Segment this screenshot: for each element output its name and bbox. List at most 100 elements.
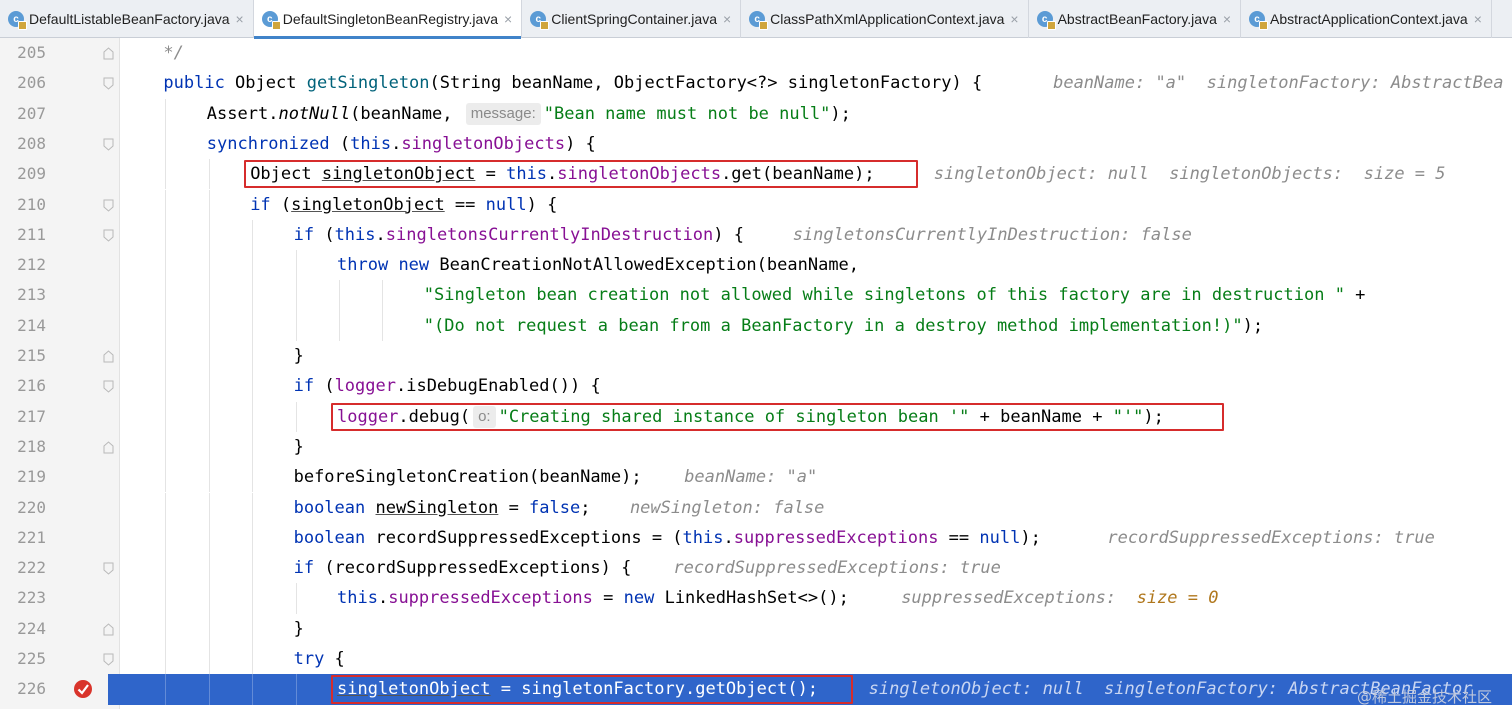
code-line[interactable]: boolean newSingleton = false; newSingleto… — [120, 492, 1512, 523]
indent-guide — [339, 310, 340, 341]
fold-collapse-icon[interactable] — [103, 199, 114, 212]
line-number: 217 — [17, 406, 46, 426]
code-line[interactable]: "Singleton bean creation not allowed whi… — [120, 280, 1512, 311]
code-line[interactable]: public Object getSingleton(String beanNa… — [120, 68, 1512, 98]
code-line[interactable]: } — [120, 341, 1512, 372]
editor-tab-bar: c DefaultListableBeanFactory.java × c Defaul… — [0, 0, 1512, 39]
close-icon[interactable]: × — [1223, 11, 1231, 27]
close-icon[interactable]: × — [504, 11, 512, 27]
tab-classpathxmlapplicationcontext[interactable]: c ClassPathXmlApplicationContext.java × — [741, 0, 1029, 38]
gutter-row[interactable]: 206 — [0, 68, 119, 98]
code-text: try { — [293, 649, 345, 669]
indent-guide — [252, 462, 254, 493]
fold-collapse-icon[interactable] — [103, 562, 114, 575]
fold-collapse-icon[interactable] — [103, 77, 114, 90]
gutter-row[interactable]: 222 — [0, 553, 119, 583]
code-area[interactable]: */ public Object getSingleton(String bean… — [120, 38, 1512, 709]
indent-guide — [165, 492, 167, 523]
code-line[interactable]: if (singletonObject == null) { — [120, 189, 1512, 220]
close-icon[interactable]: × — [236, 11, 244, 27]
gutter-row[interactable]: 221 — [0, 523, 119, 553]
code-line[interactable]: Assert.notNull(beanName, message: "Bean n… — [120, 98, 1512, 129]
indent-guide — [208, 219, 210, 251]
indent-guide — [208, 462, 210, 493]
code-text: if (recordSuppressedExceptions) { — [293, 558, 632, 579]
indent-guide — [165, 159, 167, 190]
close-icon[interactable]: × — [723, 11, 731, 27]
tab-abstractbeanfactory[interactable]: c AbstractBeanFactory.java × — [1029, 0, 1242, 38]
line-number: 210 — [17, 194, 46, 214]
line-number: 205 — [17, 43, 46, 62]
fold-collapse-icon[interactable] — [103, 229, 114, 242]
gutter-row[interactable]: 215 — [0, 341, 119, 371]
gutter-row[interactable]: 219 — [0, 462, 119, 492]
code-line[interactable]: this.suppressedExceptions = new LinkedHa… — [120, 583, 1512, 614]
debug-inline-value: suppressedExceptions: size = 0 — [901, 588, 1219, 609]
breakpoint-icon[interactable] — [74, 680, 92, 699]
code-line[interactable]: } — [120, 613, 1512, 644]
code-line[interactable]: boolean recordSuppressedExceptions = (th… — [120, 522, 1512, 554]
code-line[interactable]: try { — [120, 644, 1512, 675]
tab-label: DefaultListableBeanFactory.java — [29, 11, 230, 27]
tab-clientspringcontainer[interactable]: c ClientSpringContainer.java × — [522, 0, 742, 38]
indent-guide — [295, 583, 297, 614]
tab-label: DefaultSingletonBeanRegistry.java — [282, 11, 499, 27]
gutter-row[interactable]: 212 — [0, 250, 119, 280]
gutter-row[interactable]: 208 — [0, 129, 119, 159]
fold-end-icon[interactable] — [103, 623, 114, 636]
indent-guide — [252, 674, 254, 705]
indent-guide — [165, 280, 167, 311]
gutter-row[interactable]: 225 — [0, 644, 119, 674]
indent-guide — [252, 310, 254, 341]
fold-collapse-icon[interactable] — [103, 138, 114, 151]
indent-guide — [165, 583, 167, 614]
code-line[interactable]: */ — [120, 38, 1512, 68]
debug-inline-value: recordSuppressedExceptions: true — [1107, 527, 1435, 548]
indent-guide — [165, 310, 167, 341]
line-number: 206 — [17, 73, 46, 93]
indent-guide — [165, 401, 167, 432]
code-line[interactable]: synchronized (this.singletonObjects) { — [120, 128, 1512, 160]
indent-guide — [165, 613, 167, 644]
gutter-row[interactable]: 220 — [0, 493, 119, 523]
code-line[interactable]: beforeSingletonCreation(beanName); beanNa… — [120, 462, 1512, 493]
indent-guide — [208, 280, 210, 311]
code-text: boolean recordSuppressedExceptions = (th… — [293, 527, 1041, 548]
gutter-row[interactable]: 210 — [0, 190, 119, 220]
fold-end-icon[interactable] — [103, 441, 114, 454]
gutter-row[interactable]: 223 — [0, 583, 119, 613]
tab-label: ClientSpringContainer.java — [551, 11, 717, 27]
fold-collapse-icon[interactable] — [103, 380, 114, 393]
code-line[interactable]: "(Do not request a bean from a BeanFacto… — [120, 310, 1512, 341]
indent-guide — [252, 613, 254, 644]
fold-end-icon[interactable] — [103, 47, 114, 60]
gutter-row[interactable]: 211 — [0, 220, 119, 250]
gutter-row[interactable]: 226 — [0, 674, 119, 704]
gutter-row[interactable]: 224 — [0, 614, 119, 644]
close-icon[interactable]: × — [1474, 11, 1482, 27]
tab-abstractapplicationcontext[interactable]: c AbstractApplicationContext.java × — [1241, 0, 1492, 38]
gutter-row[interactable]: 209 — [0, 159, 119, 189]
gutter-row[interactable]: 205 — [0, 38, 119, 68]
fold-collapse-icon[interactable] — [103, 653, 114, 666]
close-icon[interactable]: × — [1010, 11, 1018, 27]
tab-defaultlistablebeanfactory[interactable]: c DefaultListableBeanFactory.java × — [0, 0, 254, 38]
tab-defaultsingletonbeanregistry[interactable]: c DefaultSingletonBeanRegistry.java × — [253, 0, 523, 39]
gutter-row[interactable]: 214 — [0, 311, 119, 341]
indent-guide — [165, 341, 167, 372]
code-line[interactable]: } — [120, 431, 1512, 463]
code-line[interactable]: if (this.singletonsCurrentlyInDestructio… — [120, 219, 1512, 251]
code-line[interactable]: if (recordSuppressedExceptions) {recordS… — [120, 553, 1512, 584]
gutter-row[interactable]: 218 — [0, 432, 119, 462]
editor-gutter[interactable]: 205 206 207 208 209 210 211 212 213 214 215 216 217 2… — [0, 38, 120, 709]
code-editor[interactable]: 205 206 207 208 209 210 211 212 213 214 215 216 217 2… — [0, 38, 1512, 709]
code-line[interactable]: throw new BeanCreationNotAllowedExceptio… — [120, 250, 1512, 281]
code-text: if (singletonObject == null) { — [250, 194, 558, 215]
indent-guide — [208, 310, 210, 341]
fold-end-icon[interactable] — [103, 350, 114, 363]
gutter-row[interactable]: 217 — [0, 402, 119, 432]
gutter-row[interactable]: 216 — [0, 371, 119, 401]
gutter-row[interactable]: 207 — [0, 99, 119, 129]
gutter-row[interactable]: 213 — [0, 280, 119, 310]
code-line[interactable]: if (logger.isDebugEnabled()) { — [120, 371, 1512, 402]
